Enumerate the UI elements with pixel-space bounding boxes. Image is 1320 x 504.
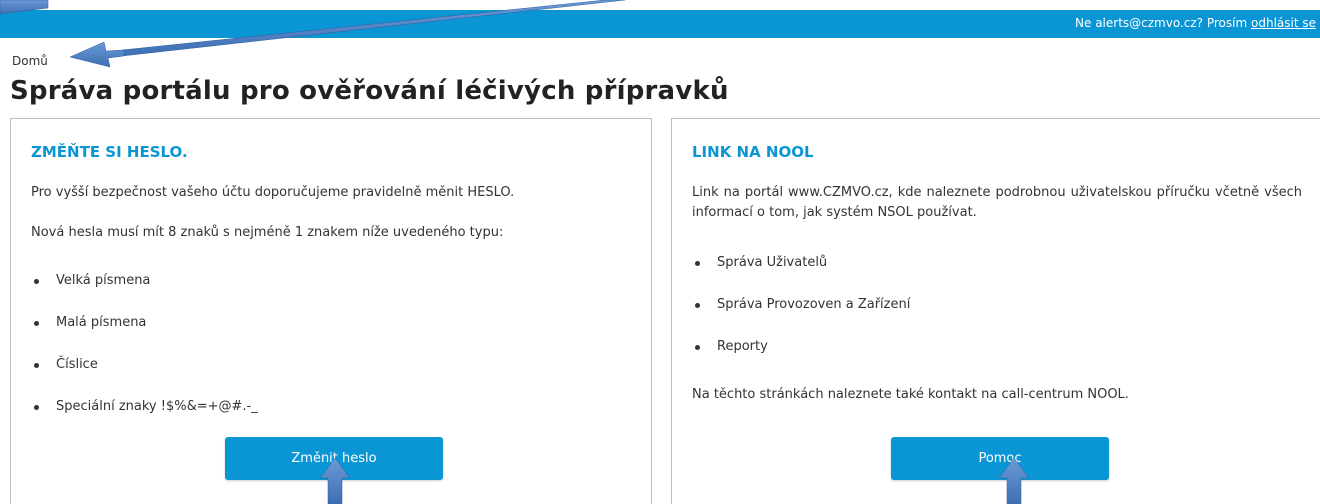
change-password-panel: ZMĚŇTE SI HESLO. Pro vyšší bezpečnost va… [10, 118, 652, 504]
nool-link-text: Link na portál www.CZMVO.cz, kde nalezne… [692, 185, 1302, 220]
call-center-text: Na těchto stránkách naleznete také konta… [692, 387, 1129, 402]
top-bar: Ne alerts@czmvo.cz? Prosím odhlásit se [0, 10, 1320, 38]
list-item: Malá písmena [31, 313, 258, 355]
page-title: Správa portálu pro ověřování léčivých př… [10, 76, 729, 106]
list-item: Správa Uživatelů [692, 253, 910, 295]
list-item: Číslice [31, 355, 258, 397]
nool-link-heading: LINK NA NOOL [692, 143, 814, 161]
user-info-text: Ne alerts@czmvo.cz? Prosím [1075, 16, 1251, 30]
password-rules-text: Nová hesla musí mít 8 znaků s nejméně 1 … [31, 225, 504, 240]
list-item: Velká písmena [31, 271, 258, 313]
logout-link[interactable]: odhlásit se [1251, 16, 1316, 30]
password-intro-text: Pro vyšší bezpečnost vašeho účtu doporuč… [31, 185, 515, 200]
user-info: Ne alerts@czmvo.cz? Prosím odhlásit se [1075, 16, 1316, 30]
password-rules-list: Velká písmena Malá písmena Číslice Speci… [31, 271, 258, 439]
help-button[interactable]: Pomoc [891, 437, 1109, 480]
list-item: Reporty [692, 337, 910, 379]
list-item: Speciální znaky !$%&=+@#.-_ [31, 397, 258, 439]
list-item: Správa Provozoven a Zařízení [692, 295, 910, 337]
breadcrumb[interactable]: Domů [12, 54, 48, 68]
annotation-arrow-icon [69, 41, 125, 68]
change-password-button[interactable]: Změnit heslo [225, 437, 443, 480]
change-password-heading: ZMĚŇTE SI HESLO. [31, 143, 188, 161]
nool-features-list: Správa Uživatelů Správa Provozoven a Zař… [692, 253, 910, 379]
nool-link-panel: LINK NA NOOL Link na portál www.CZMVO.cz… [671, 118, 1320, 504]
